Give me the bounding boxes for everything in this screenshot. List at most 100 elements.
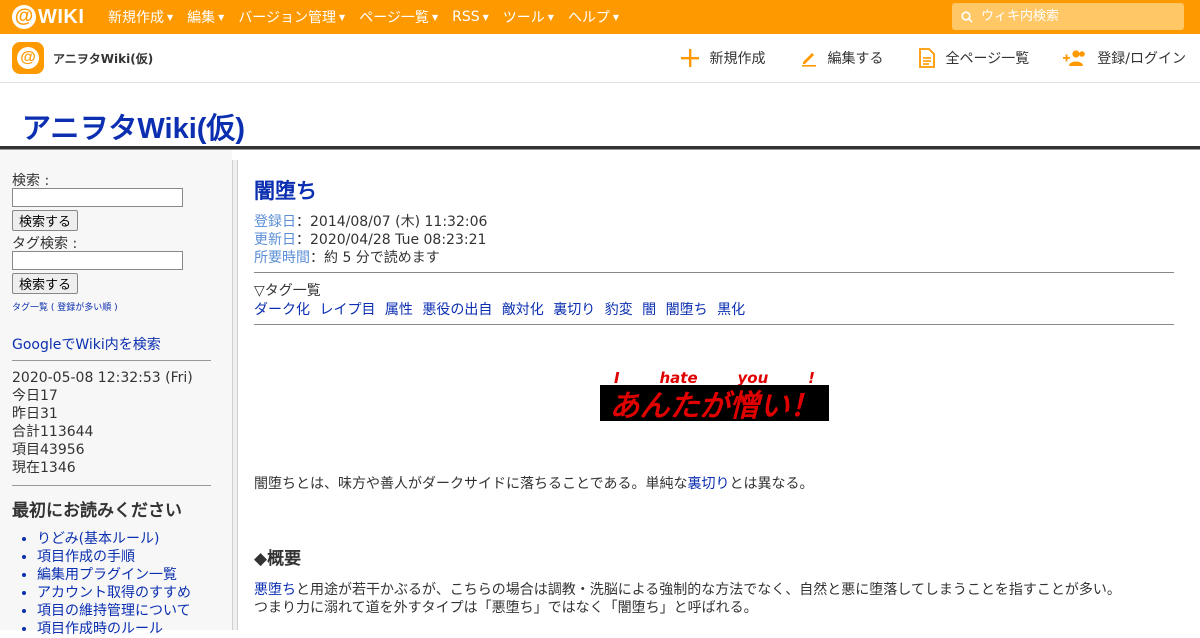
new-page-button[interactable]: 新規作成 — [680, 48, 766, 68]
wiki-header: アニヲタWiki(仮) — [0, 83, 1200, 147]
list-item[interactable]: アカウント取得のすすめ — [37, 584, 191, 602]
updated-value: ：2020/04/28 Tue 08:23:21 — [296, 232, 487, 248]
read-first-heading: 最初にお読みください — [12, 501, 182, 521]
read-first-link[interactable]: 項目作成時のルール — [37, 621, 163, 637]
caret-down-icon: ▼ — [167, 12, 174, 22]
menu-tools-label: ツール — [502, 10, 545, 26]
summary-link[interactable]: 悪堕ち — [254, 582, 296, 598]
menu-help[interactable]: ヘルプ ▼ — [568, 7, 619, 27]
pencil-icon — [801, 53, 816, 67]
google-search-link[interactable]: GoogleでWiki内を検索 — [12, 334, 161, 354]
document-icon — [918, 48, 935, 68]
edit-button[interactable]: 編集する — [800, 48, 884, 68]
read-first-link[interactable]: 編集用プラグイン一覧 — [37, 567, 177, 583]
divider — [254, 324, 1174, 325]
tag-list: ダーク化 レイプ目 属性 悪役の出自 敵対化 裏切り 豹変 闇 闇堕ち 黒化 — [254, 299, 750, 319]
tag-link[interactable]: 裏切り — [553, 302, 595, 318]
login-label: 登録/ログイン — [1097, 51, 1186, 67]
tag-link[interactable]: 豹変 — [605, 302, 633, 318]
menu-rss-label: RSS — [452, 9, 480, 25]
intro-link[interactable]: 裏切り — [687, 476, 729, 492]
all-pages-label: 全ページ一覧 — [945, 51, 1030, 67]
tag-link[interactable]: ダーク化 — [254, 302, 310, 318]
site-logo-icon[interactable]: @ — [12, 42, 44, 74]
list-item[interactable]: 項目作成の手順 — [37, 548, 191, 566]
tag-search-button[interactable]: 検索する — [12, 273, 79, 294]
tag-list-toggle[interactable]: ▽タグ一覧 — [254, 280, 321, 300]
caret-down-icon: ▼ — [547, 12, 554, 22]
menu-divider — [12, 360, 211, 361]
menu-rss[interactable]: RSS ▼ — [452, 9, 489, 25]
read-first-link[interactable]: 項目の維持管理について — [37, 603, 191, 619]
site-bar: @ アニヲタWiki(仮) 新規作成 編集する 全ページ一覧 登録/ログイン — [0, 34, 1200, 83]
menu-pages[interactable]: ページ一覧 ▼ — [359, 7, 438, 27]
tag-list-link[interactable]: タグ一覧 ( 登録が多い順 ) — [12, 300, 118, 313]
all-pages-button[interactable]: 全ページ一覧 — [918, 48, 1030, 68]
new-page-label: 新規作成 — [709, 51, 766, 67]
tag-link[interactable]: 悪役の出自 — [422, 302, 492, 318]
read-first-list: りどみ(基本ルール) 項目作成の手順 編集用プラグイン一覧 アカウント取得のすす… — [12, 530, 191, 638]
list-item[interactable]: 項目の維持管理について — [37, 602, 191, 620]
stat-today: 今日17 — [12, 388, 58, 404]
divider — [254, 272, 1174, 273]
tag-link[interactable]: レイプ目 — [319, 302, 375, 318]
updated-date: 更新日：2020/04/28 Tue 08:23:21 — [254, 229, 486, 249]
menu-new[interactable]: 新規作成 ▼ — [108, 7, 173, 27]
edit-label: 編集する — [827, 51, 884, 67]
list-item[interactable]: 編集用プラグイン一覧 — [37, 566, 191, 584]
column-divider — [232, 160, 238, 630]
menu-pages-label: ページ一覧 — [359, 10, 429, 26]
tag-link[interactable]: 黒化 — [717, 302, 745, 318]
summary-text: と用途が若干かぶるが、こちらの場合は調教・洗脳による強制的な方法でなく、自然と悪… — [296, 582, 1121, 598]
caret-down-icon: ▼ — [612, 12, 620, 22]
read-first-link[interactable]: アカウント取得のすすめ — [37, 585, 191, 601]
search-label: 検索 : — [12, 173, 50, 189]
read-first-link[interactable]: 項目作成の手順 — [37, 549, 135, 565]
wiki-search-input[interactable] — [979, 8, 1183, 25]
read-time: 所要時間：約 5 分で読めます — [254, 247, 440, 267]
top-menu: 新規作成 ▼ 編集 ▼ バージョン管理 ▼ ページ一覧 ▼ RSS ▼ ツール ▼ ヘルプ ▼ — [108, 0, 633, 34]
stat-total: 合計113644 — [12, 424, 94, 440]
read-first-link[interactable]: りどみ(基本ルール) — [37, 531, 160, 547]
search-input[interactable] — [12, 188, 183, 207]
login-button[interactable]: 登録/ログイン — [1063, 48, 1186, 68]
site-actions: 新規作成 編集する 全ページ一覧 登録/ログイン — [646, 34, 1186, 82]
registered-label: 登録日 — [254, 214, 296, 230]
stat-datetime: 2020-05-08 12:32:53 (Fri) — [12, 370, 193, 386]
menu-help-label: ヘルプ — [567, 10, 610, 26]
tag-link[interactable]: 闇堕ち — [666, 302, 708, 318]
stat-items: 項目43956 — [12, 442, 85, 458]
top-navbar: @ WIKI 新規作成 ▼ 編集 ▼ バージョン管理 ▼ ページ一覧 ▼ RSS ▼ ツー… — [0, 0, 1200, 34]
menu-version[interactable]: バージョン管理 ▼ — [238, 7, 345, 27]
caret-down-icon: ▼ — [339, 12, 346, 22]
menu-divider — [12, 485, 211, 486]
tag-search-input[interactable] — [12, 251, 183, 270]
menu-tools[interactable]: ツール ▼ — [503, 7, 554, 27]
menu-edit[interactable]: 編集 ▼ — [187, 7, 224, 27]
intro-text: 闇堕ちとは、味方や善人がダークサイドに落ちることである。単純な — [254, 476, 688, 492]
add-user-icon — [1063, 50, 1086, 66]
registered-date: 登録日：2014/08/07 (木) 11:32:06 — [254, 211, 487, 231]
list-item[interactable]: 項目作成時のルール — [37, 620, 191, 638]
atwiki-logo[interactable]: @ WIKI — [12, 5, 84, 29]
search-button[interactable]: 検索する — [12, 210, 79, 231]
tag-link[interactable]: 属性 — [385, 302, 413, 318]
tag-link[interactable]: 闇 — [642, 302, 656, 318]
menu-edit-label: 編集 — [187, 10, 216, 26]
menu-version-label: バージョン管理 — [238, 10, 337, 26]
wiki-title[interactable]: アニヲタWiki(仮) — [22, 105, 245, 147]
section-heading: ◆概要 — [254, 549, 302, 569]
read-time-label: 所要時間 — [254, 250, 310, 266]
site-name[interactable]: アニヲタWiki(仮) — [53, 50, 153, 67]
list-item[interactable]: りどみ(基本ルール) — [37, 530, 191, 548]
page-title[interactable]: 闇堕ち — [254, 175, 317, 205]
intro-text-end: とは異なる。 — [729, 476, 814, 492]
caret-down-icon: ▼ — [218, 12, 225, 22]
caret-down-icon: ▼ — [482, 12, 489, 22]
tag-link[interactable]: 敵対化 — [502, 302, 544, 318]
caret-down-icon: ▼ — [431, 12, 439, 22]
main-content: 闇堕ち 登録日：2014/08/07 (木) 11:32:06 更新日：2020… — [240, 160, 1188, 630]
registered-value: ：2014/08/07 (木) 11:32:06 — [296, 214, 488, 230]
intro-paragraph: 闇堕ちとは、味方や善人がダークサイドに落ちることである。単純な裏切りとは異なる。 — [254, 473, 813, 493]
summary-paragraph-2: つまり力に溺れて道を外すタイプは「悪堕ち」ではなく「闇堕ち」と呼ばれる。 — [254, 600, 758, 616]
